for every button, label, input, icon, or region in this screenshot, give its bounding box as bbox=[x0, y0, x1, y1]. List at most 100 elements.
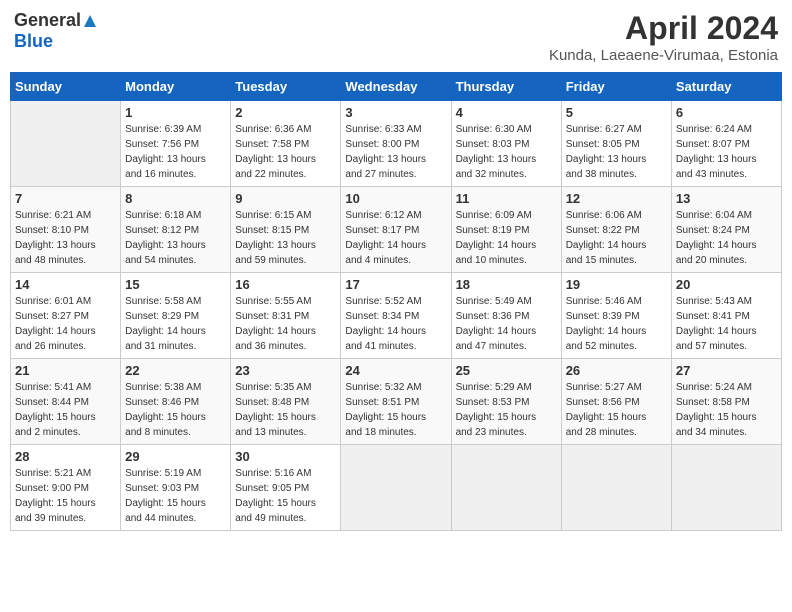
day-of-week-header: Saturday bbox=[671, 73, 781, 101]
day-info: Sunrise: 6:18 AM Sunset: 8:12 PM Dayligh… bbox=[125, 208, 226, 268]
calendar-cell: 25 Sunrise: 5:29 AM Sunset: 8:53 PM Dayli… bbox=[451, 359, 561, 445]
calendar-cell: 8Sunrise: 6:18 AM Sunset: 8:12 PM Daylig… bbox=[121, 187, 231, 273]
day-info: Sunrise: 5:29 AM Sunset: 8:53 PM Dayligh… bbox=[456, 380, 557, 440]
day-info: Sunrise: 5:16 AM Sunset: 9:05 PM Dayligh… bbox=[235, 466, 336, 526]
calendar-cell: 23Sunrise: 5:35 AM Sunset: 8:48 PM Dayli… bbox=[231, 359, 341, 445]
calendar-week-row: 21 Sunrise: 5:41 AM Sunset: 8:44 PM Dayli… bbox=[11, 359, 782, 445]
day-info: Sunrise: 6:33 AM Sunset: 8:00 PM Dayligh… bbox=[345, 122, 446, 182]
day-number: 27 bbox=[676, 363, 777, 378]
day-info: Sunrise: 5:38 AM Sunset: 8:46 PM Dayligh… bbox=[125, 380, 226, 440]
day-number: 19 bbox=[566, 277, 667, 292]
calendar-cell: 10Sunrise: 6:12 AM Sunset: 8:17 PM Dayli… bbox=[341, 187, 451, 273]
day-of-week-header: Friday bbox=[561, 73, 671, 101]
calendar-cell: 17 Sunrise: 5:52 AM Sunset: 8:34 PM Dayli… bbox=[341, 273, 451, 359]
logo: General Blue bbox=[14, 10, 99, 52]
day-info: Sunrise: 6:15 AM Sunset: 8:15 PM Dayligh… bbox=[235, 208, 336, 268]
calendar-cell: 19Sunrise: 5:46 AM Sunset: 8:39 PM Dayli… bbox=[561, 273, 671, 359]
day-number: 1 bbox=[125, 105, 226, 120]
day-info: Sunrise: 5:55 AM Sunset: 8:31 PM Dayligh… bbox=[235, 294, 336, 354]
day-info: Sunrise: 5:21 AM Sunset: 9:00 PM Dayligh… bbox=[15, 466, 116, 526]
day-number: 20 bbox=[676, 277, 777, 292]
day-of-week-header: Wednesday bbox=[341, 73, 451, 101]
calendar-cell bbox=[561, 445, 671, 531]
day-number: 11 bbox=[456, 191, 557, 206]
day-number: 29 bbox=[125, 449, 226, 464]
day-number: 22 bbox=[125, 363, 226, 378]
day-number: 7 bbox=[15, 191, 116, 206]
calendar-cell: 21 Sunrise: 5:41 AM Sunset: 8:44 PM Dayli… bbox=[11, 359, 121, 445]
day-info: Sunrise: 5:27 AM Sunset: 8:56 PM Dayligh… bbox=[566, 380, 667, 440]
day-info: Sunrise: 5:41 AM Sunset: 8:44 PM Dayligh… bbox=[15, 380, 116, 440]
day-info: Sunrise: 6:39 AM Sunset: 7:56 PM Dayligh… bbox=[125, 122, 226, 182]
day-info: Sunrise: 5:19 AM Sunset: 9:03 PM Dayligh… bbox=[125, 466, 226, 526]
calendar-cell: 14Sunrise: 6:01 AM Sunset: 8:27 PM Dayli… bbox=[11, 273, 121, 359]
day-number: 4 bbox=[456, 105, 557, 120]
calendar-cell: 6Sunrise: 6:24 AM Sunset: 8:07 PM Daylig… bbox=[671, 101, 781, 187]
calendar-cell: 16 Sunrise: 5:55 AM Sunset: 8:31 PM Dayli… bbox=[231, 273, 341, 359]
day-number: 6 bbox=[676, 105, 777, 120]
day-info: Sunrise: 6:27 AM Sunset: 8:05 PM Dayligh… bbox=[566, 122, 667, 182]
calendar-cell: 27 Sunrise: 5:24 AM Sunset: 8:58 PM Dayli… bbox=[671, 359, 781, 445]
day-number: 30 bbox=[235, 449, 336, 464]
calendar-cell bbox=[341, 445, 451, 531]
calendar-cell: 18Sunrise: 5:49 AM Sunset: 8:36 PM Dayli… bbox=[451, 273, 561, 359]
day-info: Sunrise: 5:49 AM Sunset: 8:36 PM Dayligh… bbox=[456, 294, 557, 354]
calendar-table: SundayMondayTuesdayWednesdayThursdayFrid… bbox=[10, 72, 782, 531]
calendar-cell: 28Sunrise: 5:21 AM Sunset: 9:00 PM Dayli… bbox=[11, 445, 121, 531]
day-number: 21 bbox=[15, 363, 116, 378]
calendar-cell bbox=[451, 445, 561, 531]
day-number: 16 bbox=[235, 277, 336, 292]
calendar-cell: 22 Sunrise: 5:38 AM Sunset: 8:46 PM Dayli… bbox=[121, 359, 231, 445]
calendar-cell: 20Sunrise: 5:43 AM Sunset: 8:41 PM Dayli… bbox=[671, 273, 781, 359]
day-number: 23 bbox=[235, 363, 336, 378]
day-of-week-header: Monday bbox=[121, 73, 231, 101]
day-of-week-header: Tuesday bbox=[231, 73, 341, 101]
day-info: Sunrise: 5:58 AM Sunset: 8:29 PM Dayligh… bbox=[125, 294, 226, 354]
day-info: Sunrise: 6:04 AM Sunset: 8:24 PM Dayligh… bbox=[676, 208, 777, 268]
day-info: Sunrise: 6:30 AM Sunset: 8:03 PM Dayligh… bbox=[456, 122, 557, 182]
logo-general: General bbox=[14, 10, 81, 31]
day-info: Sunrise: 5:52 AM Sunset: 8:34 PM Dayligh… bbox=[345, 294, 446, 354]
location-title: Kunda, Laeaene-Virumaa, Estonia bbox=[549, 47, 778, 64]
day-number: 3 bbox=[345, 105, 446, 120]
day-info: Sunrise: 6:09 AM Sunset: 8:19 PM Dayligh… bbox=[456, 208, 557, 268]
calendar-week-row: 14Sunrise: 6:01 AM Sunset: 8:27 PM Dayli… bbox=[11, 273, 782, 359]
calendar-cell: 9 Sunrise: 6:15 AM Sunset: 8:15 PM Daylig… bbox=[231, 187, 341, 273]
day-info: Sunrise: 6:12 AM Sunset: 8:17 PM Dayligh… bbox=[345, 208, 446, 268]
day-number: 24 bbox=[345, 363, 446, 378]
logo-blue: Blue bbox=[14, 31, 53, 52]
day-number: 13 bbox=[676, 191, 777, 206]
title-area: April 2024 Kunda, Laeaene-Virumaa, Eston… bbox=[549, 10, 778, 64]
day-info: Sunrise: 5:32 AM Sunset: 8:51 PM Dayligh… bbox=[345, 380, 446, 440]
day-number: 15 bbox=[125, 277, 226, 292]
calendar-cell bbox=[11, 101, 121, 187]
calendar-cell: 2Sunrise: 6:36 AM Sunset: 7:58 PM Daylig… bbox=[231, 101, 341, 187]
day-number: 5 bbox=[566, 105, 667, 120]
month-title: April 2024 bbox=[549, 10, 778, 47]
calendar-cell: 4 Sunrise: 6:30 AM Sunset: 8:03 PM Daylig… bbox=[451, 101, 561, 187]
day-of-week-header: Thursday bbox=[451, 73, 561, 101]
day-number: 17 bbox=[345, 277, 446, 292]
calendar-cell: 13 Sunrise: 6:04 AM Sunset: 8:24 PM Dayli… bbox=[671, 187, 781, 273]
calendar-cell: 5 Sunrise: 6:27 AM Sunset: 8:05 PM Daylig… bbox=[561, 101, 671, 187]
calendar-cell: 7Sunrise: 6:21 AM Sunset: 8:10 PM Daylig… bbox=[11, 187, 121, 273]
calendar-cell: 1 Sunrise: 6:39 AM Sunset: 7:56 PM Daylig… bbox=[121, 101, 231, 187]
day-info: Sunrise: 6:01 AM Sunset: 8:27 PM Dayligh… bbox=[15, 294, 116, 354]
calendar-cell: 24 Sunrise: 5:32 AM Sunset: 8:51 PM Dayli… bbox=[341, 359, 451, 445]
day-info: Sunrise: 6:06 AM Sunset: 8:22 PM Dayligh… bbox=[566, 208, 667, 268]
calendar-cell bbox=[671, 445, 781, 531]
calendar-cell: 29 Sunrise: 5:19 AM Sunset: 9:03 PM Dayli… bbox=[121, 445, 231, 531]
calendar-cell: 30 Sunrise: 5:16 AM Sunset: 9:05 PM Dayli… bbox=[231, 445, 341, 531]
calendar-body: 1 Sunrise: 6:39 AM Sunset: 7:56 PM Daylig… bbox=[11, 101, 782, 531]
calendar-week-row: 1 Sunrise: 6:39 AM Sunset: 7:56 PM Daylig… bbox=[11, 101, 782, 187]
calendar-cell: 12Sunrise: 6:06 AM Sunset: 8:22 PM Dayli… bbox=[561, 187, 671, 273]
calendar-cell: 26Sunrise: 5:27 AM Sunset: 8:56 PM Dayli… bbox=[561, 359, 671, 445]
day-info: Sunrise: 5:24 AM Sunset: 8:58 PM Dayligh… bbox=[676, 380, 777, 440]
calendar-week-row: 28Sunrise: 5:21 AM Sunset: 9:00 PM Dayli… bbox=[11, 445, 782, 531]
day-number: 9 bbox=[235, 191, 336, 206]
day-info: Sunrise: 6:36 AM Sunset: 7:58 PM Dayligh… bbox=[235, 122, 336, 182]
calendar-cell: 11 Sunrise: 6:09 AM Sunset: 8:19 PM Dayli… bbox=[451, 187, 561, 273]
header: General Blue April 2024 Kunda, Laeaene-V… bbox=[10, 10, 782, 64]
day-number: 25 bbox=[456, 363, 557, 378]
calendar-header-row: SundayMondayTuesdayWednesdayThursdayFrid… bbox=[11, 73, 782, 101]
